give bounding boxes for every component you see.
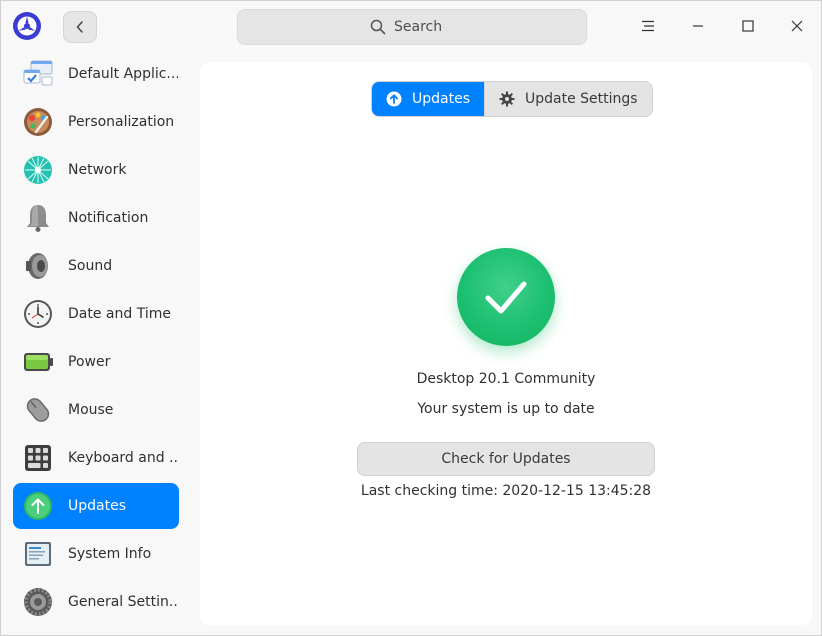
sidebar-item-personalization[interactable]: Personalization <box>13 99 179 145</box>
sidebar-item-label: System Info <box>68 546 152 562</box>
sidebar-item-label: Mouse <box>68 402 114 418</box>
sidebar-item-label: Sound <box>68 258 113 274</box>
success-check-icon <box>457 248 555 346</box>
sidebar-item-label: Updates <box>68 498 126 514</box>
tab-update-settings[interactable]: Update Settings <box>484 82 652 116</box>
battery-icon <box>21 345 55 379</box>
system-info-icon <box>21 537 55 571</box>
back-button[interactable] <box>63 11 97 43</box>
gear-icon <box>499 91 515 107</box>
sidebar-item-label: Default Applic... <box>68 66 178 82</box>
updates-panel: Updates Update Settings Desktop 20.1 Com… <box>200 62 812 625</box>
tab-label: Update Settings <box>525 91 638 107</box>
menu-button[interactable] <box>635 13 661 39</box>
tab-updates[interactable]: Updates <box>372 82 484 116</box>
maximize-icon <box>742 20 754 32</box>
sidebar-item-label: Network <box>68 162 127 178</box>
sidebar-item-default-applications[interactable]: Default Applic... <box>13 51 179 97</box>
close-button[interactable] <box>784 13 810 39</box>
sidebar-item-label: Keyboard and ... <box>68 450 178 466</box>
search-input[interactable] <box>394 19 454 35</box>
tab-label: Updates <box>412 91 470 107</box>
sidebar-item-label: Date and Time <box>68 306 171 322</box>
sidebar-item-network[interactable]: Network <box>13 147 179 193</box>
last-checking-time: Last checking time: 2020-12-15 13:45:28 <box>360 483 652 499</box>
settings-window: Default Applic... Personalization <box>0 0 822 636</box>
sidebar-item-date-and-time[interactable]: Date and Time <box>13 291 179 337</box>
tab-bar: Updates Update Settings <box>371 81 653 117</box>
sidebar-item-power[interactable]: Power <box>13 339 179 385</box>
sidebar-item-label: Personalization <box>68 114 175 130</box>
app-logo-icon <box>12 11 42 41</box>
sidebar: Default Applic... Personalization Networ… <box>1 51 191 635</box>
upload-arrow-icon <box>386 91 402 107</box>
sidebar-item-label: Notification <box>68 210 149 226</box>
menu-icon <box>642 20 654 32</box>
speaker-icon <box>21 249 55 283</box>
check-for-updates-button[interactable]: Check for Updates <box>357 442 655 476</box>
sidebar-item-system-info[interactable]: System Info <box>13 531 179 577</box>
personalization-icon <box>21 105 55 139</box>
default-apps-icon <box>21 57 55 91</box>
sidebar-item-notification[interactable]: Notification <box>13 195 179 241</box>
update-status: Your system is up to date <box>417 401 595 417</box>
search-box[interactable] <box>237 9 587 45</box>
mouse-icon <box>21 393 55 427</box>
bell-icon <box>21 201 55 235</box>
network-icon <box>21 153 55 187</box>
minimize-button[interactable] <box>685 13 711 39</box>
maximize-button[interactable] <box>735 13 761 39</box>
close-icon <box>791 20 803 32</box>
sidebar-item-general-settings[interactable]: General Settin... <box>13 579 179 625</box>
sidebar-item-keyboard[interactable]: Keyboard and ... <box>13 435 179 481</box>
sidebar-item-label: Power <box>68 354 111 370</box>
sidebar-item-mouse[interactable]: Mouse <box>13 387 179 433</box>
chevron-left-icon <box>76 21 83 33</box>
general-settings-icon <box>21 585 55 619</box>
system-version: Desktop 20.1 Community <box>416 371 596 387</box>
clock-icon <box>21 297 55 331</box>
keyboard-icon <box>21 441 55 475</box>
updates-icon <box>21 489 55 523</box>
titlebar <box>1 1 821 51</box>
minimize-icon <box>693 25 703 27</box>
sidebar-item-updates[interactable]: Updates <box>13 483 179 529</box>
search-icon <box>370 19 386 35</box>
sidebar-item-label: General Settin... <box>68 594 178 610</box>
sidebar-item-sound[interactable]: Sound <box>13 243 179 289</box>
